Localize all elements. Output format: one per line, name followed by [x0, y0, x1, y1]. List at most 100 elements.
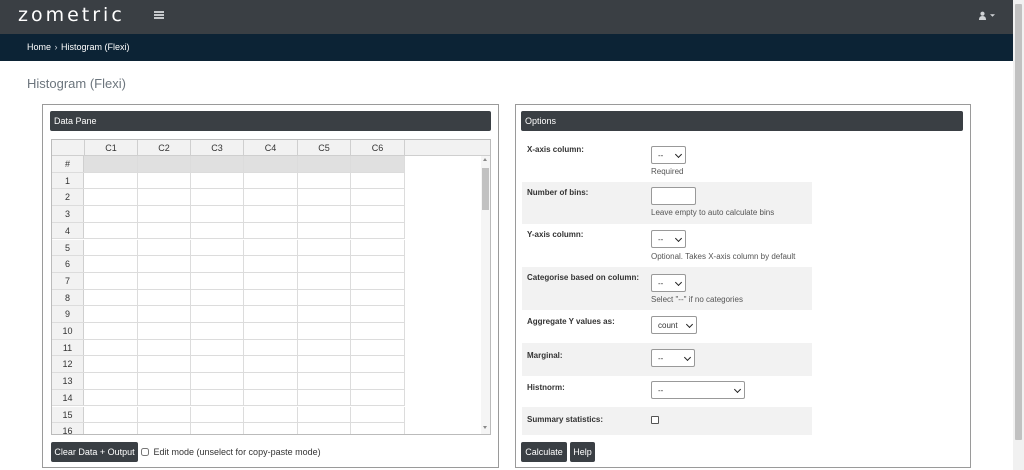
grid-cell[interactable] — [351, 339, 405, 356]
grid-cell[interactable] — [85, 389, 138, 406]
grid-cell[interactable] — [244, 222, 298, 239]
grid-cell[interactable] — [191, 172, 244, 189]
aggregate-select[interactable]: count — [651, 316, 697, 334]
row-header[interactable]: 16 — [52, 423, 84, 434]
grid-scrollbar-thumb[interactable] — [482, 168, 489, 210]
grid-cell[interactable] — [244, 272, 298, 289]
grid-cell[interactable] — [351, 356, 405, 373]
grid-cell[interactable] — [351, 289, 405, 306]
grid-cell[interactable] — [138, 289, 191, 306]
grid-header-cell[interactable] — [351, 156, 405, 172]
row-header[interactable]: 5 — [52, 239, 84, 256]
grid-cell[interactable] — [138, 423, 191, 434]
row-header[interactable]: 9 — [52, 306, 84, 322]
histnorm-select[interactable]: -- — [651, 381, 745, 399]
grid-cell[interactable] — [85, 323, 138, 339]
row-header[interactable]: 8 — [52, 289, 84, 306]
edit-mode-checkbox[interactable] — [141, 448, 149, 456]
hamburger-icon[interactable] — [154, 11, 164, 19]
grid-header-cell[interactable] — [85, 156, 138, 172]
grid-cell[interactable] — [298, 189, 351, 206]
grid-cell[interactable] — [298, 206, 351, 222]
grid-cell[interactable] — [85, 256, 138, 272]
row-header[interactable]: 12 — [52, 356, 84, 373]
grid-cell[interactable] — [351, 172, 405, 189]
grid-header-cell[interactable] — [244, 156, 298, 172]
grid-cell[interactable] — [191, 306, 244, 322]
grid-cell[interactable] — [351, 272, 405, 289]
grid-cell[interactable] — [244, 306, 298, 322]
grid-cell[interactable] — [298, 356, 351, 373]
row-header[interactable]: 6 — [52, 256, 84, 272]
grid-cell[interactable] — [351, 222, 405, 239]
grid-cell[interactable] — [138, 206, 191, 222]
grid-cell[interactable] — [85, 339, 138, 356]
grid-scrollbar[interactable] — [481, 156, 490, 434]
grid-cell[interactable] — [244, 406, 298, 423]
x-axis-select[interactable]: -- — [651, 146, 686, 164]
grid-cell[interactable] — [138, 189, 191, 206]
edit-mode-toggle[interactable]: Edit mode (unselect for copy-paste mode) — [141, 447, 321, 457]
grid-cell[interactable] — [244, 256, 298, 272]
row-header[interactable]: 7 — [52, 272, 84, 289]
grid-cell[interactable] — [191, 272, 244, 289]
grid-cell[interactable] — [191, 222, 244, 239]
data-grid[interactable]: C1 C2 C3 C4 C5 C6 # 1 2 3 4 5 6 7 8 9 10 11 12 13 14 1… — [51, 139, 491, 435]
grid-cell[interactable] — [138, 389, 191, 406]
grid-cell[interactable] — [244, 323, 298, 339]
grid-cell[interactable] — [138, 339, 191, 356]
grid-cell[interactable] — [85, 373, 138, 389]
grid-cell[interactable] — [244, 206, 298, 222]
grid-cell[interactable] — [138, 256, 191, 272]
column-header-c3[interactable]: C3 — [191, 140, 244, 156]
grid-cell[interactable] — [298, 339, 351, 356]
row-header[interactable]: 4 — [52, 222, 84, 239]
grid-header-cell[interactable] — [298, 156, 351, 172]
grid-cell[interactable] — [191, 406, 244, 423]
help-button[interactable]: Help — [570, 442, 595, 462]
grid-cell[interactable] — [351, 373, 405, 389]
grid-cell[interactable] — [298, 239, 351, 256]
grid-cell[interactable] — [191, 389, 244, 406]
row-header[interactable]: 10 — [52, 323, 84, 339]
grid-cell[interactable] — [191, 339, 244, 356]
row-header[interactable]: 14 — [52, 389, 84, 406]
grid-cell[interactable] — [351, 423, 405, 434]
grid-cell[interactable] — [138, 373, 191, 389]
grid-cell[interactable] — [191, 239, 244, 256]
grid-header-cell[interactable] — [138, 156, 191, 172]
grid-cell[interactable] — [191, 373, 244, 389]
grid-cell[interactable] — [244, 289, 298, 306]
row-header[interactable]: 11 — [52, 339, 84, 356]
grid-cell[interactable] — [244, 356, 298, 373]
page-scrollbar-thumb[interactable] — [1015, 4, 1022, 440]
grid-cell[interactable] — [138, 172, 191, 189]
grid-cell[interactable] — [298, 172, 351, 189]
grid-cell[interactable] — [85, 206, 138, 222]
grid-cell[interactable] — [191, 256, 244, 272]
categorise-select[interactable]: -- — [651, 274, 686, 292]
grid-cell[interactable] — [298, 373, 351, 389]
grid-cell[interactable] — [351, 239, 405, 256]
grid-cell[interactable] — [244, 172, 298, 189]
grid-cell[interactable] — [351, 206, 405, 222]
grid-cell[interactable] — [351, 256, 405, 272]
grid-cell[interactable] — [351, 406, 405, 423]
grid-cell[interactable] — [298, 423, 351, 434]
grid-cell[interactable] — [191, 206, 244, 222]
grid-cell[interactable] — [138, 356, 191, 373]
calculate-button[interactable]: Calculate — [521, 442, 567, 462]
column-header-c6[interactable]: C6 — [351, 140, 405, 156]
grid-cell[interactable] — [85, 272, 138, 289]
grid-cell[interactable] — [191, 289, 244, 306]
grid-cell[interactable] — [298, 272, 351, 289]
row-header[interactable]: 15 — [52, 406, 84, 423]
grid-cell[interactable] — [298, 323, 351, 339]
grid-cell[interactable] — [85, 239, 138, 256]
column-header-c4[interactable]: C4 — [244, 140, 298, 156]
grid-cell[interactable] — [298, 289, 351, 306]
grid-header-cell[interactable] — [191, 156, 244, 172]
grid-cell[interactable] — [138, 222, 191, 239]
page-scrollbar[interactable] — [1013, 0, 1024, 470]
summary-statistics-checkbox[interactable] — [651, 416, 659, 424]
